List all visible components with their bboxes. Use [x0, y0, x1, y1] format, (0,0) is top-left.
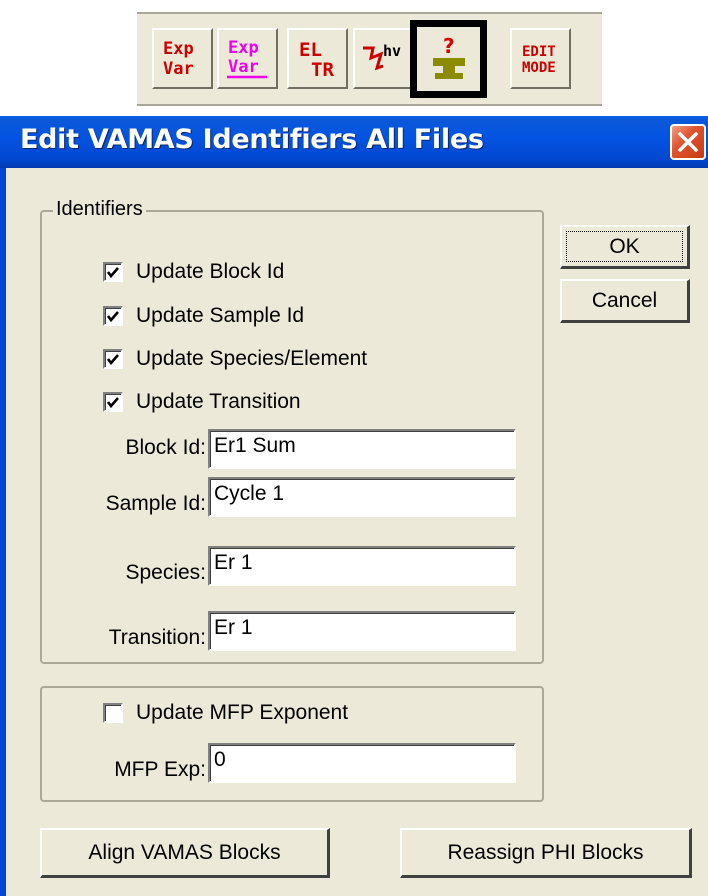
- mfp-exp-label: MFP Exp:: [114, 758, 206, 781]
- hv-label: hv: [383, 42, 401, 60]
- el-tr-top: EL: [299, 39, 322, 61]
- edit-vamas-dialog: Edit VAMAS Identifiers All Files Identif…: [0, 116, 708, 896]
- reassign-phi-blocks-button[interactable]: Reassign PHI Blocks: [400, 828, 692, 878]
- check-icon: [106, 311, 119, 323]
- anvil-question-icon: ?: [432, 34, 465, 79]
- exp-var-button[interactable]: Exp Var: [152, 28, 213, 89]
- update-block-id-row[interactable]: Update Block Id: [103, 260, 284, 284]
- el-tr-bottom: TR: [311, 59, 334, 81]
- transition-input[interactable]: Er 1: [208, 611, 516, 651]
- close-icon: [678, 132, 698, 152]
- update-species-label: Update Species/Element: [136, 347, 368, 370]
- close-button[interactable]: [670, 124, 706, 160]
- exp-var-underline-button[interactable]: Exp Var: [217, 28, 278, 89]
- update-mfp-checkbox[interactable]: [103, 703, 123, 723]
- focus-rect: [566, 231, 683, 262]
- hv-icon: hv: [362, 42, 401, 70]
- svg-text:?: ?: [443, 34, 455, 58]
- dialog-title: Edit VAMAS Identifiers All Files: [20, 124, 484, 155]
- update-species-row[interactable]: Update Species/Element: [103, 347, 367, 371]
- block-id-input[interactable]: Er1 Sum: [208, 429, 516, 469]
- cancel-button[interactable]: Cancel: [560, 279, 690, 323]
- el-tr-icon: EL TR: [299, 39, 334, 81]
- anvil-help-button[interactable]: ?: [410, 20, 487, 98]
- block-id-label: Block Id:: [125, 436, 206, 459]
- edit-mode-button[interactable]: EDIT MODE: [510, 28, 571, 89]
- update-block-id-label: Update Block Id: [136, 260, 285, 283]
- edit-mode-icon: EDIT MODE: [522, 44, 556, 76]
- exp-var-underline-top: Exp: [228, 38, 259, 58]
- edit-mode-top: EDIT: [522, 44, 556, 60]
- species-label: Species:: [125, 561, 206, 584]
- cancel-label: Cancel: [591, 288, 658, 312]
- identifiers-group-label: Identifiers: [53, 198, 146, 221]
- ok-button[interactable]: OK: [560, 225, 690, 269]
- update-block-id-checkbox[interactable]: [103, 262, 123, 282]
- title-bar[interactable]: Edit VAMAS Identifiers All Files: [0, 116, 708, 168]
- exp-var-bottom: Var: [163, 59, 194, 79]
- reassign-phi-blocks-label: Reassign PHI Blocks: [447, 840, 644, 864]
- update-mfp-row[interactable]: Update MFP Exponent: [103, 701, 348, 725]
- update-sample-id-checkbox[interactable]: [103, 306, 123, 326]
- sample-id-label: Sample Id:: [105, 492, 206, 515]
- toolbar: Exp Var Exp Var EL TR hv ? EDIT MODE: [137, 12, 602, 106]
- update-transition-row[interactable]: Update Transition: [103, 390, 301, 414]
- el-tr-button[interactable]: EL TR: [287, 28, 348, 89]
- species-input[interactable]: Er 1: [208, 546, 516, 586]
- update-sample-id-row[interactable]: Update Sample Id: [103, 304, 304, 328]
- sample-id-input[interactable]: Cycle 1: [208, 477, 516, 517]
- exp-var-top: Exp: [163, 39, 194, 59]
- update-transition-checkbox[interactable]: [103, 392, 123, 412]
- update-transition-label: Update Transition: [136, 390, 301, 413]
- transition-label: Transition:: [108, 626, 206, 649]
- exp-var-icon: Exp Var: [163, 39, 194, 79]
- align-vamas-blocks-label: Align VAMAS Blocks: [88, 840, 281, 864]
- mfp-exp-input[interactable]: 0: [208, 743, 516, 783]
- window-border: [0, 168, 6, 896]
- update-species-checkbox[interactable]: [103, 349, 123, 369]
- update-sample-id-label: Update Sample Id: [136, 304, 305, 327]
- update-mfp-label: Update MFP Exponent: [136, 701, 349, 724]
- exp-var-underline-bottom: Var: [228, 57, 259, 77]
- edit-mode-bottom: MODE: [522, 60, 556, 76]
- check-icon: [106, 354, 119, 366]
- exp-var-underline-icon: Exp Var: [226, 38, 267, 78]
- align-vamas-blocks-button[interactable]: Align VAMAS Blocks: [40, 828, 330, 878]
- check-icon: [106, 267, 119, 279]
- hv-button[interactable]: hv: [353, 28, 414, 89]
- check-icon: [106, 397, 119, 409]
